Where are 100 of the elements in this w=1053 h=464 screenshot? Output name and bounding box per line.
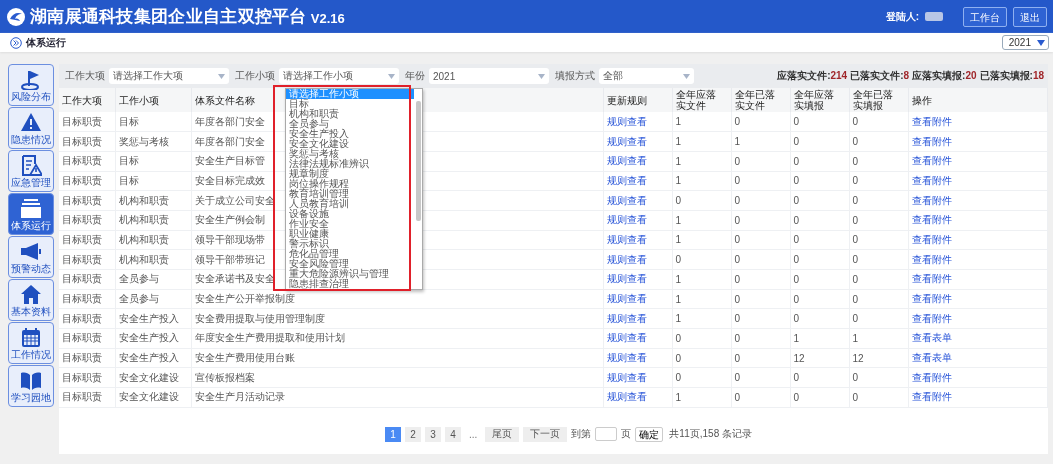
table-link[interactable]: 规则查看 <box>606 233 647 245</box>
table-link[interactable]: 查看附件 <box>911 115 952 127</box>
table-cell: 1 <box>793 332 800 344</box>
dropdown-option[interactable]: 重大危险源辨识与管理 <box>286 269 414 279</box>
table-link[interactable]: 查看表单 <box>911 332 952 344</box>
table-cell: 0 <box>793 372 800 384</box>
table-cell: 0 <box>852 116 859 128</box>
table-cell: 0 <box>734 195 741 207</box>
sidebar-item[interactable]: 学习园地 <box>8 365 54 407</box>
table-link[interactable]: 规则查看 <box>606 391 647 403</box>
page-button[interactable]: 4 <box>445 426 461 442</box>
year-select[interactable]: 2021 <box>1001 35 1049 50</box>
table-link[interactable]: 规则查看 <box>606 155 647 167</box>
table-link[interactable]: 规则查看 <box>606 115 647 127</box>
dropdown-option[interactable]: 规章制度 <box>286 169 414 179</box>
table-link[interactable]: 查看附件 <box>911 312 952 324</box>
stat-text: 应落实文件:214 <box>777 69 848 83</box>
table-link[interactable]: 查看附件 <box>911 293 952 305</box>
dropdown-option[interactable]: 教育培训管理 <box>286 189 414 199</box>
page-button[interactable]: 2 <box>405 426 421 442</box>
sidebar-item[interactable]: 基本资料 <box>8 279 54 321</box>
header-button[interactable]: 工作台 <box>963 6 1007 27</box>
dropdown-option[interactable]: 奖惩与考核 <box>286 149 414 159</box>
dropdown-option[interactable]: 安全风险管理 <box>286 259 414 269</box>
sidebar-item[interactable]: 工作情况 <box>8 322 54 364</box>
table-cell: 目标职责 <box>62 352 102 364</box>
page-input-field[interactable] <box>595 427 618 442</box>
sidebar-item[interactable]: 应急管理 <box>8 150 54 192</box>
table-link[interactable]: 规则查看 <box>606 293 647 305</box>
sidebar-item[interactable]: 风险分布 <box>8 64 54 106</box>
caret-icon <box>218 73 225 79</box>
dropdown-option[interactable]: 警示标识 <box>286 239 414 249</box>
table-link[interactable]: 规则查看 <box>606 273 647 285</box>
table-link[interactable]: 规则查看 <box>606 194 647 206</box>
table-cell: 0 <box>675 195 682 207</box>
table-cell: 0 <box>793 136 800 148</box>
table-link[interactable]: 查看附件 <box>911 391 952 403</box>
table-cell: 0 <box>793 234 800 246</box>
table-link[interactable]: 查看表单 <box>911 352 952 364</box>
table-cell: 1 <box>675 293 682 305</box>
table-cell: 0 <box>734 175 741 187</box>
table-link[interactable]: 查看附件 <box>911 273 952 285</box>
dropdown-option[interactable]: 设备设施 <box>286 209 414 219</box>
select-field[interactable]: 全部 <box>599 68 694 84</box>
app-title: 湖南展通科技集团企业自主双控平台 <box>30 6 307 28</box>
table-link[interactable]: 规则查看 <box>606 371 647 383</box>
table-link[interactable]: 查看附件 <box>911 174 952 186</box>
table-cell: 目标职责 <box>62 194 102 206</box>
table-cell: 0 <box>734 372 741 384</box>
dropdown-option[interactable]: 机构和职责 <box>286 109 414 119</box>
page-button[interactable]: 3 <box>425 426 441 442</box>
dropdown-option[interactable]: 岗位操作规程 <box>286 179 414 189</box>
dropdown-option[interactable]: 人员教育培训 <box>286 199 414 209</box>
dropdown-option[interactable]: 作业安全 <box>286 219 414 229</box>
table-link[interactable]: 规则查看 <box>606 332 647 344</box>
last-page-button[interactable]: 尾页 <box>485 426 520 442</box>
dropdown-option[interactable]: 职业健康 <box>286 229 414 239</box>
table-link[interactable]: 查看附件 <box>911 253 952 265</box>
header-button[interactable]: 退出 <box>1013 6 1047 27</box>
select-field[interactable]: 2021 <box>429 68 549 84</box>
table-cell: 目标职责 <box>62 174 102 186</box>
table-link[interactable]: 规则查看 <box>606 253 647 265</box>
select-field[interactable]: 请选择工作小项 <box>279 68 399 84</box>
table-link[interactable]: 规则查看 <box>606 352 647 364</box>
table-link[interactable]: 查看附件 <box>911 135 952 147</box>
table-link[interactable]: 查看附件 <box>911 155 952 167</box>
dropdown-option[interactable]: 法律法规标准辨识 <box>286 159 414 169</box>
table-cell: 0 <box>852 293 859 305</box>
table-cell: 奖惩与考核 <box>118 135 169 147</box>
table-cell: 安全生产投入 <box>118 332 179 344</box>
dropdown-option[interactable]: 危化品管理 <box>286 249 414 259</box>
table-link[interactable]: 查看附件 <box>911 371 952 383</box>
page-unit-label: 页 <box>621 427 632 442</box>
column-header: 全年应落实填报 <box>793 89 835 111</box>
sidebar-item[interactable]: 隐患情况 <box>8 107 54 149</box>
table-cell: 0 <box>852 136 859 148</box>
table-link[interactable]: 规则查看 <box>606 135 647 147</box>
table-cell: 目标 <box>118 115 139 127</box>
sidebar-item[interactable]: 体系运行 <box>8 193 54 235</box>
table-link[interactable]: 规则查看 <box>606 312 647 324</box>
table-link[interactable]: 查看附件 <box>911 194 952 206</box>
dropdown-option[interactable]: 全员参与 <box>286 119 414 129</box>
table-cell: 宣传板报档案 <box>194 371 255 383</box>
dropdown-option[interactable]: 安全文化建设 <box>286 139 414 149</box>
confirm-button[interactable]: 确定 <box>635 426 664 442</box>
dropdown-option[interactable]: 隐患排查治理 <box>286 279 414 289</box>
table-link[interactable]: 查看附件 <box>911 233 952 245</box>
table-link[interactable]: 查看附件 <box>911 214 952 226</box>
table-cell: 目标职责 <box>62 312 102 324</box>
table-link[interactable]: 规则查看 <box>606 214 647 226</box>
table-link[interactable]: 规则查看 <box>606 174 647 186</box>
next-page-button[interactable]: 下一页 <box>523 426 568 442</box>
filter-label: 工作大项 <box>65 69 105 83</box>
table-cell: 0 <box>793 391 800 403</box>
select-field[interactable]: 请选择工作大项 <box>109 68 229 84</box>
dropdown-option[interactable]: 安全生产投入 <box>286 129 414 139</box>
sidebar-item[interactable]: 预警动态 <box>8 236 54 278</box>
dropdown-option[interactable]: 目标 <box>286 99 414 109</box>
column-header: 操作 <box>911 94 932 106</box>
page-button[interactable]: 1 <box>385 426 401 442</box>
